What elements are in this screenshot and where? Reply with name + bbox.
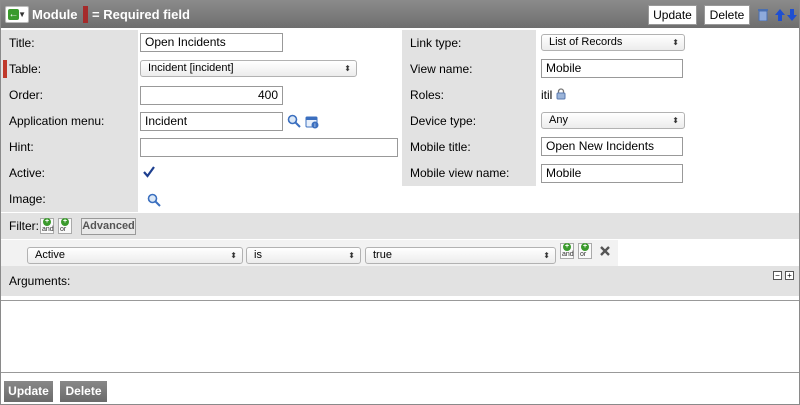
condition-or-button[interactable]: + or bbox=[578, 243, 592, 259]
required-legend: = Required field bbox=[92, 7, 190, 22]
delete-condition-icon[interactable] bbox=[599, 245, 611, 257]
back-button[interactable]: ← ▼ bbox=[5, 6, 29, 23]
link-type-select[interactable]: List of Records ⬍ bbox=[541, 34, 685, 51]
table-select-value: Incident [incident] bbox=[148, 62, 234, 74]
title-label: Title: bbox=[1, 30, 138, 56]
required-indicator bbox=[3, 60, 7, 78]
reference-info-icon[interactable]: i bbox=[305, 115, 319, 129]
search-icon[interactable] bbox=[147, 193, 161, 207]
arguments-bar: Arguments: − + bbox=[1, 266, 799, 296]
order-field[interactable]: 400 bbox=[140, 86, 283, 105]
filter-value-value: true bbox=[373, 249, 392, 261]
select-arrows-icon: ⬍ bbox=[344, 64, 351, 73]
title-field[interactable]: Open Incidents bbox=[140, 33, 283, 52]
filter-label: Filter: bbox=[9, 219, 39, 233]
view-name-label: View name: bbox=[402, 56, 536, 82]
link-type-select-value: List of Records bbox=[549, 36, 623, 48]
search-icon[interactable] bbox=[287, 114, 301, 128]
form-title: Module bbox=[32, 7, 78, 22]
svg-text:i: i bbox=[314, 123, 315, 129]
hint-label: Hint: bbox=[1, 134, 138, 160]
mobile-title-label: Mobile title: bbox=[402, 134, 536, 160]
application-menu-label: Application menu: bbox=[1, 108, 138, 134]
plus-icon: + bbox=[581, 243, 589, 251]
or-text: or bbox=[580, 251, 587, 258]
footer-update-button[interactable]: Update bbox=[4, 381, 53, 402]
device-type-select[interactable]: Any ⬍ bbox=[541, 112, 685, 129]
view-name-field[interactable]: Mobile bbox=[541, 59, 683, 78]
lock-icon[interactable] bbox=[556, 88, 566, 100]
active-checkbox[interactable] bbox=[142, 165, 156, 179]
filter-field-select[interactable]: Active ⬍ bbox=[27, 247, 243, 264]
filter-field-value: Active bbox=[35, 249, 65, 261]
footer-delete-button[interactable]: Delete bbox=[60, 381, 107, 402]
filter-value-select[interactable]: true ⬍ bbox=[365, 247, 556, 264]
application-menu-field[interactable]: Incident bbox=[140, 112, 283, 131]
and-text: and bbox=[562, 251, 574, 258]
or-text: or bbox=[60, 226, 67, 233]
update-button[interactable]: Update bbox=[648, 5, 697, 25]
order-label: Order: bbox=[1, 82, 138, 108]
device-type-select-value: Any bbox=[549, 114, 568, 126]
form-header: ← ▼ Module = Required field Update Delet… bbox=[1, 1, 799, 28]
plus-icon: + bbox=[61, 218, 69, 226]
mobile-view-name-field[interactable]: Mobile bbox=[541, 164, 683, 183]
arguments-label: Arguments: bbox=[9, 274, 71, 288]
table-select[interactable]: Incident [incident] ⬍ bbox=[140, 60, 357, 77]
table-label: Table: bbox=[1, 56, 138, 82]
active-label: Active: bbox=[1, 160, 138, 186]
arrow-down-icon[interactable] bbox=[787, 9, 797, 21]
add-and-condition-button[interactable]: + and bbox=[40, 218, 54, 234]
image-label: Image: bbox=[1, 186, 138, 212]
add-or-condition-button[interactable]: + or bbox=[58, 218, 72, 234]
select-arrows-icon: ⬍ bbox=[348, 251, 355, 260]
delete-button[interactable]: Delete bbox=[704, 5, 750, 25]
arguments-textarea[interactable] bbox=[1, 300, 799, 373]
filter-bar: Filter: + and + or Advanced bbox=[1, 213, 799, 239]
filter-operator-select[interactable]: is ⬍ bbox=[246, 247, 361, 264]
condition-and-button[interactable]: + and bbox=[560, 243, 574, 259]
and-text: and bbox=[42, 226, 54, 233]
chevron-down-icon: ▼ bbox=[18, 10, 26, 19]
select-arrows-icon: ⬍ bbox=[543, 251, 550, 260]
roles-label: Roles: bbox=[402, 82, 536, 108]
select-arrows-icon: ⬍ bbox=[672, 38, 679, 47]
roles-value: itil bbox=[541, 88, 553, 102]
expand-icon[interactable]: + bbox=[785, 271, 794, 280]
required-marker-icon bbox=[83, 6, 88, 23]
plus-icon: + bbox=[563, 243, 571, 251]
select-arrows-icon: ⬍ bbox=[672, 116, 679, 125]
collapse-icon[interactable]: − bbox=[773, 271, 782, 280]
device-type-label: Device type: bbox=[402, 108, 536, 134]
link-type-label: Link type: bbox=[402, 30, 536, 56]
hint-field[interactable] bbox=[140, 138, 398, 157]
mobile-title-field[interactable]: Open New Incidents bbox=[541, 137, 683, 156]
filter-operator-value: is bbox=[254, 249, 262, 261]
mobile-view-name-label: Mobile view name: bbox=[402, 160, 536, 186]
arrow-up-icon[interactable] bbox=[775, 9, 785, 21]
select-arrows-icon: ⬍ bbox=[230, 251, 237, 260]
plus-icon: + bbox=[43, 218, 51, 226]
trash-icon[interactable] bbox=[758, 9, 768, 22]
advanced-button[interactable]: Advanced bbox=[81, 218, 136, 235]
